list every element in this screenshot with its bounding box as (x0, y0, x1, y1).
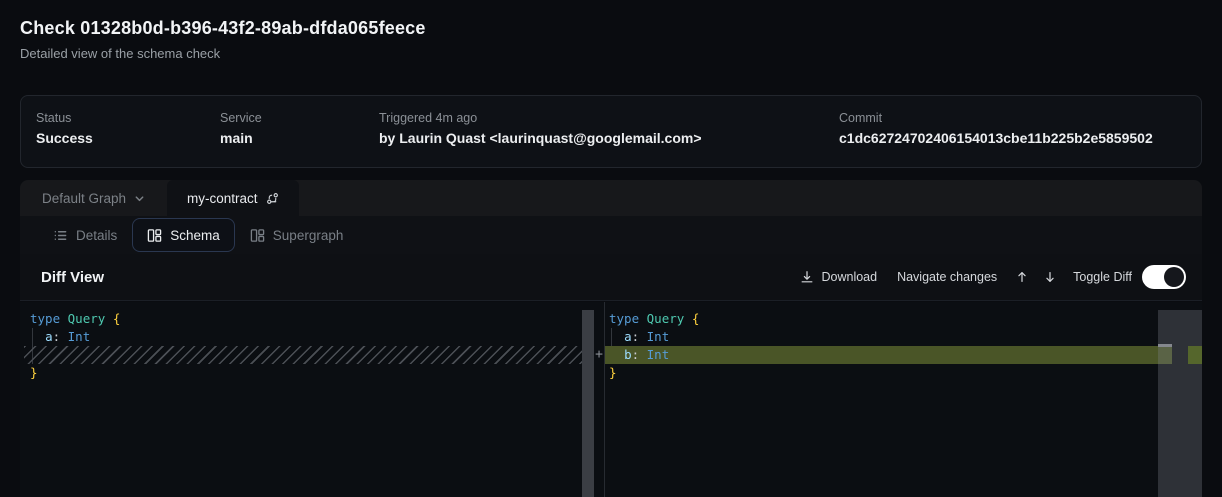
code-token (684, 311, 692, 326)
code-token: { (692, 311, 700, 326)
code-token: a (45, 329, 53, 344)
download-label: Download (821, 270, 877, 284)
code-token (105, 311, 113, 326)
service-label: Service (220, 111, 262, 125)
toggle-diff-label: Toggle Diff (1073, 270, 1132, 284)
code-token (30, 329, 45, 344)
tab-default-graph[interactable]: Default Graph (20, 180, 167, 216)
code-line: type Query { (20, 310, 597, 328)
schema-diff-editor: type Query { a: Int} + type Query { a: I… (20, 302, 1202, 497)
code-token: type (30, 311, 60, 326)
code-line: } (20, 364, 597, 382)
overview-ruler-added-marker (1188, 346, 1202, 364)
commit-label: Commit (839, 111, 1153, 125)
code-token: } (609, 365, 617, 380)
code-token (60, 311, 68, 326)
tab-details-label: Details (76, 228, 117, 243)
page-header: Check 01328b0d-b396-43f2-89ab-dfda065fee… (20, 18, 426, 61)
scrollbar-slider-edge (1158, 344, 1172, 347)
columns-icon (147, 228, 162, 243)
service-value: main (220, 130, 262, 146)
code-token (609, 347, 624, 362)
code-token (60, 329, 68, 344)
check-detail-panel: Default Graph my-contract Details (20, 180, 1202, 497)
code-token: Query (68, 311, 106, 326)
arrow-up-icon (1015, 270, 1029, 284)
info-field-commit: Commit c1dc62724702406154013cbe11b225b2e… (839, 111, 1153, 146)
info-field-service: Service main (220, 111, 262, 146)
diff-view-header: Diff View Download Navigate changes (20, 254, 1202, 301)
code-line: type Query { (605, 310, 1202, 328)
code-line: } (605, 364, 1202, 382)
code-token: Int (647, 347, 670, 362)
code-token: } (30, 365, 38, 380)
info-field-status: Status Success (36, 111, 93, 146)
code-line: a: Int (605, 328, 1202, 346)
commit-value: c1dc62724702406154013cbe11b225b2e5859502 (839, 130, 1153, 146)
code-before: type Query { a: Int} (20, 302, 597, 382)
default-graph-label: Default Graph (42, 191, 126, 206)
tab-supergraph[interactable]: Supergraph (235, 218, 359, 252)
my-contract-label: my-contract (187, 191, 258, 206)
diff-pane-before: type Query { a: Int} (20, 302, 597, 497)
tab-my-contract[interactable]: my-contract (167, 180, 299, 216)
previous-change-button[interactable] (1015, 270, 1029, 284)
code-line: a: Int (20, 328, 597, 346)
code-token: : (632, 347, 640, 362)
code-token: type (609, 311, 639, 326)
list-icon (53, 228, 68, 243)
tab-supergraph-label: Supergraph (273, 228, 344, 243)
code-token (609, 329, 624, 344)
diff-toolbar: Download Navigate changes (800, 265, 1202, 289)
code-line (24, 346, 593, 364)
download-icon (800, 270, 814, 284)
arrow-down-icon (1043, 270, 1057, 284)
code-token: a (624, 329, 632, 344)
code-token: : (53, 329, 61, 344)
graph-tab-bar: Default Graph my-contract (20, 180, 1202, 216)
code-line: b: Int (605, 346, 1172, 364)
contract-compare-icon (266, 192, 279, 205)
next-change-button[interactable] (1043, 270, 1057, 284)
status-label: Status (36, 111, 93, 125)
code-token: { (113, 311, 121, 326)
tab-details[interactable]: Details (38, 218, 132, 252)
download-button[interactable]: Download (800, 270, 877, 284)
page-title: Check 01328b0d-b396-43f2-89ab-dfda065fee… (20, 18, 426, 39)
code-after: type Query { a: Int b: Int} (605, 302, 1202, 382)
code-token (639, 347, 647, 362)
view-tab-bar: Details Schema Supergraph (20, 216, 1202, 254)
diff-view-title: Diff View (41, 269, 104, 286)
page-subtitle: Detailed view of the schema check (20, 46, 426, 61)
code-token: b (624, 347, 632, 362)
code-token: Int (647, 329, 670, 344)
tab-schema-label: Schema (170, 228, 220, 243)
toggle-diff-switch[interactable] (1142, 265, 1186, 289)
columns-icon (250, 228, 265, 243)
code-token: : (632, 329, 640, 344)
chevron-down-icon (134, 193, 145, 204)
toggle-knob (1164, 267, 1184, 287)
tab-schema[interactable]: Schema (132, 218, 235, 252)
left-pane-scrollbar[interactable] (582, 310, 594, 497)
right-pane-scrollbar[interactable] (1158, 310, 1202, 497)
navigate-changes-label: Navigate changes (897, 270, 997, 284)
check-info-card: Status Success Service main Triggered 4m… (20, 95, 1202, 168)
status-value: Success (36, 130, 93, 146)
diff-pane-after: type Query { a: Int b: Int} (604, 302, 1202, 497)
code-token (639, 311, 647, 326)
info-field-triggered: Triggered 4m ago by Laurin Quast <laurin… (379, 111, 702, 146)
triggered-value: by Laurin Quast <laurinquast@googlemail.… (379, 130, 702, 146)
code-token: Query (647, 311, 685, 326)
code-token: Int (68, 329, 91, 344)
code-token (639, 329, 647, 344)
triggered-label: Triggered 4m ago (379, 111, 702, 125)
